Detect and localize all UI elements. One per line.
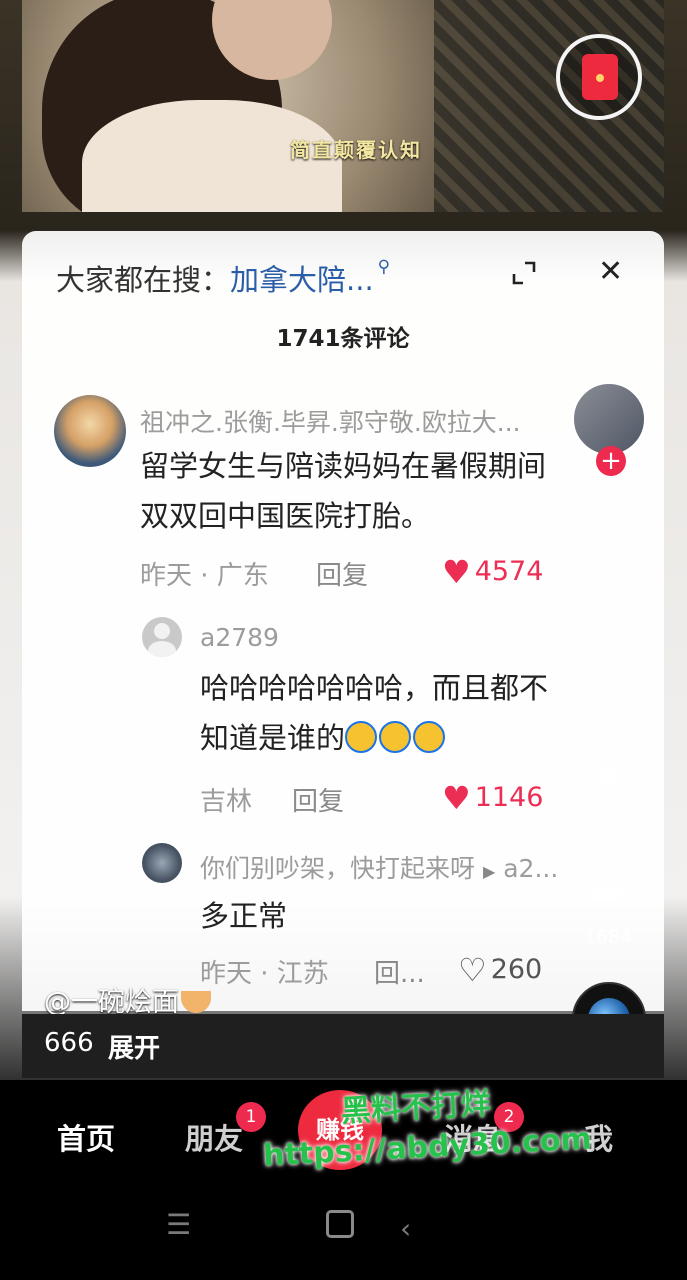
heart-filled-icon: ♥ xyxy=(442,779,471,817)
caption-text: 666 xyxy=(44,1028,94,1058)
close-icon[interactable]: ✕ xyxy=(598,257,623,287)
comment-text: 哈哈哈哈哈哈哈，而且都不 知道是谁的 xyxy=(200,663,548,763)
comment-count: 1741条评论 xyxy=(276,326,410,352)
heart-filled-icon: ♥ xyxy=(442,553,471,591)
expand-caption-button[interactable]: 展开 xyxy=(108,1028,160,1065)
search-prefix: 大家都在搜： xyxy=(56,263,231,297)
comment-username-text: 你们别吵架，快打起来呀 xyxy=(200,854,476,883)
side-like-count: 2310 xyxy=(583,572,633,594)
comment-text-segment: 知道是谁的 xyxy=(200,721,346,755)
nav-friends[interactable]: 朋友 xyxy=(185,1116,243,1158)
follow-plus-icon[interactable]: + xyxy=(596,446,626,476)
comment-username[interactable]: 你们别吵架，快打起来呀 ▶ a2... xyxy=(200,849,558,885)
system-nav-bar: ☰ ‹ xyxy=(0,1190,687,1280)
red-packet-button[interactable] xyxy=(556,34,642,120)
like-button[interactable]: ♥ 4574 xyxy=(442,553,543,591)
comment-username[interactable]: 祖冲之.张衡.毕昇.郭守敬.欧拉大... xyxy=(140,403,521,439)
like-count: 4574 xyxy=(474,556,544,587)
caption-bar: 666 展开 xyxy=(22,1014,664,1078)
nav-home[interactable]: 首页 xyxy=(57,1116,115,1158)
share-arrow-icon[interactable]: ➦ xyxy=(580,870,636,916)
comment-bubble-icon[interactable]: ◯ xyxy=(580,634,636,680)
star-icon[interactable]: ★ xyxy=(580,752,636,798)
like-count: 1146 xyxy=(474,782,544,813)
back-icon[interactable]: ‹ xyxy=(400,1212,411,1245)
video-subtitle: 简直颠覆认知 xyxy=(290,138,422,162)
laughing-emoji-icon xyxy=(345,721,378,753)
comment-text: 留学女生与陪读妈妈在暑假期间 双双回中国医院打胎。 xyxy=(140,441,546,541)
search-icon: ⚲ xyxy=(377,257,391,277)
side-favorite-count: 274 xyxy=(589,810,627,832)
comment-text-line: 哈哈哈哈哈哈哈，而且都不 xyxy=(200,671,549,705)
reply-button[interactable]: 回复 xyxy=(316,555,368,592)
laughing-emoji-icon xyxy=(379,721,412,753)
heart-outline-icon: ♡ xyxy=(458,951,487,989)
reply-arrow-icon: ▶ xyxy=(482,862,496,881)
search-term[interactable]: 加拿大陪... xyxy=(230,263,374,297)
reply-button[interactable]: 回复 xyxy=(292,781,344,818)
comment-meta: 吉林 xyxy=(200,787,253,817)
expand-icon[interactable] xyxy=(512,261,536,285)
comment-username[interactable]: a2789 xyxy=(200,623,279,652)
creator-avatar[interactable] xyxy=(572,382,646,456)
comment-text-line: 双双回中国医院打胎。 xyxy=(140,499,431,533)
reply-target: a2... xyxy=(503,854,559,883)
avatar[interactable] xyxy=(54,395,126,467)
comment-meta: 昨天 · 广东 xyxy=(140,561,269,591)
like-button[interactable]: ♥ 1146 xyxy=(442,779,543,817)
comment-meta: 昨天 · 江苏 xyxy=(200,959,329,989)
noodle-bowl-icon xyxy=(181,991,211,1013)
red-packet-icon xyxy=(582,54,618,100)
reply-button[interactable]: 回... xyxy=(374,953,425,990)
heart-icon[interactable]: ♡ xyxy=(580,512,636,558)
comment-text: 多正常 xyxy=(200,899,288,933)
laughing-emoji-icon xyxy=(413,721,446,753)
comment-text-line: 知道是谁的 xyxy=(200,713,548,763)
avatar[interactable] xyxy=(142,843,182,883)
like-count: 260 xyxy=(490,954,543,985)
side-comment-count: 227 xyxy=(589,692,627,714)
home-square-icon[interactable] xyxy=(326,1210,354,1238)
side-share-count: 1684 xyxy=(583,926,633,948)
comment-panel: 大家都在搜：加拿大陪... ⚲ ✕ 1741条评论 祖冲之.张衡.毕昇.郭守敬.欧… xyxy=(22,231,664,1011)
like-button[interactable]: ♡ 260 xyxy=(458,951,542,989)
avatar[interactable] xyxy=(142,617,182,657)
comment-text-line: 留学女生与陪读妈妈在暑假期间 xyxy=(140,449,547,483)
menu-icon[interactable]: ☰ xyxy=(166,1208,191,1241)
search-suggestion[interactable]: 大家都在搜：加拿大陪... ⚲ xyxy=(56,257,390,299)
